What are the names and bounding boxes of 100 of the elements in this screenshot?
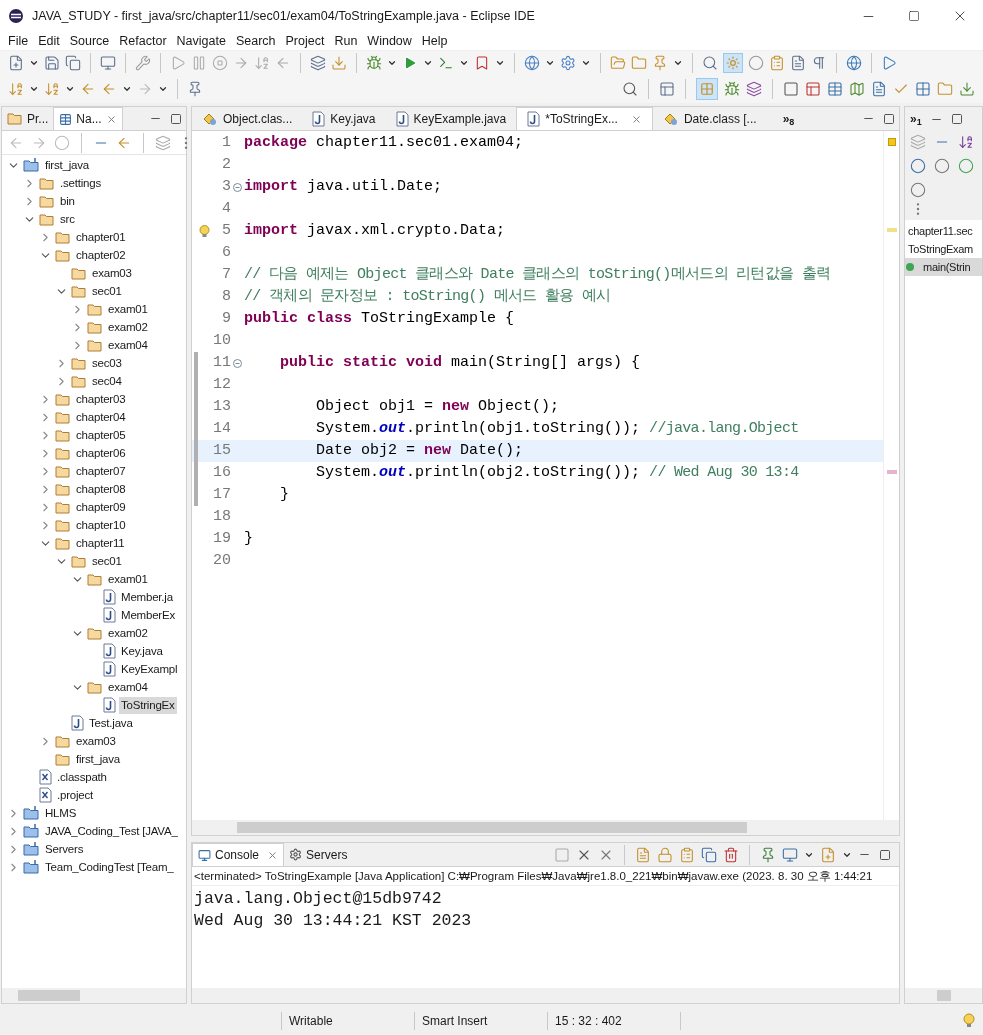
folder-icon[interactable] <box>631 55 647 71</box>
tree-item[interactable]: JAVA_Coding_Test [JAVA_ <box>43 822 180 840</box>
highlight-toggle[interactable] <box>723 53 743 73</box>
view-tab[interactable]: Console <box>192 843 285 866</box>
open-perspective-icon[interactable] <box>659 81 675 97</box>
file-icon[interactable] <box>871 81 887 97</box>
tree-item[interactable]: exam03 <box>74 732 118 750</box>
caret-icon[interactable] <box>29 58 39 68</box>
java-perspective-button[interactable] <box>696 78 718 100</box>
caret-icon[interactable] <box>545 58 555 68</box>
wrench-icon[interactable] <box>135 55 151 71</box>
tree-item[interactable]: .project <box>55 786 96 804</box>
tree-item[interactable]: exam04 <box>106 678 150 696</box>
layout-icon[interactable] <box>805 81 821 97</box>
tree-item[interactable]: exam02 <box>106 318 150 336</box>
fold-toggle-icon[interactable] <box>232 182 242 192</box>
editor-tab[interactable]: KeyExample.java <box>385 107 517 130</box>
stop-icon[interactable] <box>212 55 228 71</box>
outline-item[interactable]: ToStringExam <box>905 240 973 258</box>
menu-item[interactable]: Project <box>280 31 330 51</box>
step-icon[interactable] <box>233 55 249 71</box>
close-icon[interactable] <box>267 849 279 861</box>
caret-icon[interactable] <box>673 58 683 68</box>
horizontal-scrollbar[interactable] <box>192 988 900 1003</box>
map-icon[interactable] <box>849 81 865 97</box>
lightbulb-icon[interactable] <box>963 1012 975 1029</box>
menu-item[interactable]: Navigate <box>171 31 231 51</box>
tree-item[interactable]: ToStringEx <box>119 696 177 714</box>
horizontal-scrollbar[interactable] <box>192 820 900 835</box>
tree-item[interactable]: chapter05 <box>74 426 128 444</box>
editor-tab[interactable]: Object.clas... <box>192 107 303 130</box>
menu-item[interactable]: Window <box>362 31 417 51</box>
tree-item[interactable]: chapter08 <box>74 480 128 498</box>
caret-icon[interactable] <box>65 84 75 94</box>
menu-item[interactable]: Run <box>329 31 363 51</box>
save-all-icon[interactable] <box>65 55 81 71</box>
close-icon[interactable] <box>105 113 117 125</box>
warning-lightbulb-icon[interactable] <box>199 224 210 238</box>
search-icon[interactable] <box>702 55 718 71</box>
play-icon[interactable] <box>881 55 897 71</box>
menu-item[interactable]: Edit <box>33 31 65 51</box>
tree-item[interactable]: exam03 <box>90 264 134 282</box>
tree-item[interactable]: chapter03 <box>74 390 128 408</box>
terminal-icon[interactable] <box>438 55 454 71</box>
window-icon[interactable] <box>783 81 799 97</box>
tree-item[interactable]: exam02 <box>106 624 150 642</box>
tree-item[interactable]: Test.java <box>87 714 135 732</box>
tree-item[interactable]: chapter10 <box>74 516 128 534</box>
menu-item[interactable]: Search <box>230 31 281 51</box>
pin-icon[interactable] <box>652 55 668 71</box>
download-icon[interactable] <box>959 81 975 97</box>
circle-icon[interactable] <box>748 55 764 71</box>
gear-icon[interactable] <box>560 55 576 71</box>
close-icon[interactable] <box>630 113 642 125</box>
resume-icon[interactable] <box>170 55 186 71</box>
tree-item[interactable]: chapter02 <box>74 246 128 264</box>
editor-tab[interactable]: *ToStringEx... <box>516 107 653 130</box>
caret-icon[interactable] <box>495 58 505 68</box>
tree-item[interactable]: chapter06 <box>74 444 128 462</box>
caret-icon[interactable] <box>387 58 397 68</box>
layers-icon[interactable] <box>310 55 326 71</box>
view-tab[interactable]: Pr... <box>2 107 54 130</box>
caret-icon[interactable] <box>581 58 591 68</box>
tree-item[interactable]: HLMS <box>43 804 79 822</box>
open-folder-icon[interactable] <box>610 55 626 71</box>
tree-item[interactable]: first_java <box>43 156 92 174</box>
maximize-panel-icon[interactable] <box>950 113 963 125</box>
globe-icon[interactable] <box>524 55 540 71</box>
tree-item[interactable]: exam01 <box>106 570 150 588</box>
bookmark-icon[interactable] <box>474 55 490 71</box>
globe-icon[interactable] <box>846 55 862 71</box>
debug-perspective-icon[interactable] <box>724 81 740 97</box>
back-icon[interactable] <box>101 81 117 97</box>
maximize-panel-icon[interactable] <box>879 848 892 861</box>
menu-item[interactable]: Refactor <box>114 31 172 51</box>
tree-item[interactable]: src <box>58 210 77 228</box>
tree-item[interactable]: exam01 <box>106 300 150 318</box>
tree-item[interactable]: MemberEx <box>119 606 177 624</box>
view-tab[interactable]: Na... <box>53 107 123 130</box>
tree-item[interactable]: .classpath <box>55 768 109 786</box>
editor-tab[interactable]: Key.java <box>302 107 386 130</box>
tree-item[interactable]: sec01 <box>90 552 124 570</box>
maximize-icon[interactable] <box>908 10 920 22</box>
sort-icon[interactable] <box>958 134 975 150</box>
tree-item[interactable]: Team_CodingTest [Team_ <box>43 858 176 876</box>
grid-icon[interactable] <box>915 81 931 97</box>
new-file-icon[interactable] <box>8 55 24 71</box>
tree-item[interactable]: sec04 <box>90 372 124 390</box>
git-perspective-icon[interactable] <box>746 81 762 97</box>
tree-item[interactable]: .settings <box>58 174 104 192</box>
maximize-panel-icon[interactable] <box>883 112 896 125</box>
caret-icon[interactable] <box>122 84 132 94</box>
fold-toggle-icon[interactable] <box>232 358 242 368</box>
save-icon[interactable] <box>44 55 60 71</box>
tree-item[interactable]: sec03 <box>90 354 124 372</box>
clipboard-icon[interactable] <box>769 55 785 71</box>
tree-item[interactable]: Servers <box>43 840 86 858</box>
maximize-panel-icon[interactable] <box>170 112 182 125</box>
horizontal-scrollbar[interactable] <box>2 988 186 1003</box>
tree-item[interactable]: KeyExampl <box>119 660 180 678</box>
